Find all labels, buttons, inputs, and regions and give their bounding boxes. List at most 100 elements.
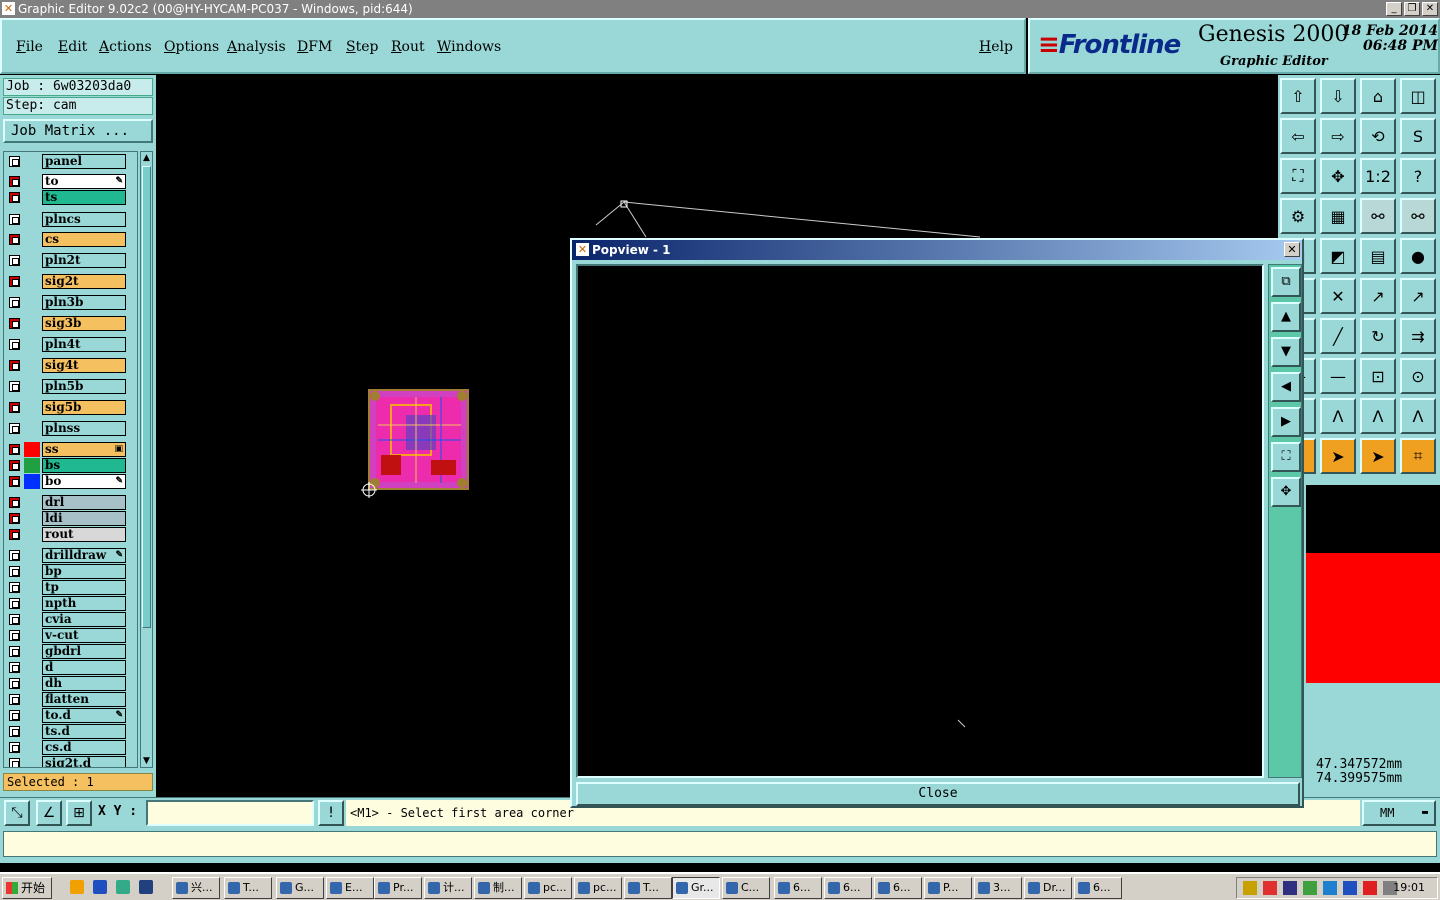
undo-icon[interactable]: ⟲ — [1360, 118, 1396, 154]
line-icon[interactable]: ↗ — [1360, 278, 1396, 314]
layer-checkbox[interactable] — [9, 630, 20, 641]
layer-checkbox[interactable] — [9, 192, 20, 203]
layer-row-drl[interactable]: drl — [6, 495, 126, 510]
layer-checkbox[interactable] — [9, 318, 20, 329]
scroll-down-icon[interactable]: ▼ — [141, 755, 152, 767]
layer-row-pln2t[interactable]: pln2t — [6, 253, 126, 268]
layer-row-flatten[interactable]: flatten — [6, 692, 126, 707]
popview-pan-down-icon[interactable]: ▼ — [1271, 337, 1301, 367]
popview-close-icon[interactable]: ✕ — [1284, 242, 1300, 257]
minus-icon[interactable]: — — [1320, 358, 1356, 394]
layer-row-cs[interactable]: cs — [6, 232, 126, 247]
layer-row-bo[interactable]: bo ✎ — [6, 474, 126, 489]
layer-checkbox[interactable] — [9, 234, 20, 245]
quicklaunch-clock-icon[interactable] — [70, 880, 84, 894]
layer-row-sig2t[interactable]: sig2t — [6, 274, 126, 289]
start-button[interactable]: 开始 — [2, 877, 52, 899]
measure-icon[interactable]: ⤡ — [4, 800, 30, 826]
layer-name[interactable]: sig2t — [42, 274, 126, 289]
layer-row-drilldraw[interactable]: drilldraw ✎ — [6, 548, 126, 563]
tray-tool-icon[interactable] — [1263, 881, 1277, 895]
layer-checkbox[interactable] — [9, 710, 20, 721]
layer-name[interactable]: pln3b — [42, 295, 126, 310]
ruler-icon[interactable]: ▤ — [1360, 238, 1396, 274]
layer-checkbox[interactable] — [9, 297, 20, 308]
layer-name[interactable]: sig2t.d — [42, 756, 126, 767]
popview-fit-icon[interactable]: ⛶ — [1271, 442, 1301, 472]
cross-icon[interactable]: ✕ — [1320, 278, 1356, 314]
layer-checkbox[interactable] — [9, 758, 20, 767]
layer-name[interactable]: v-cut — [42, 628, 126, 643]
taskbar-task[interactable]: 3... — [974, 877, 1022, 899]
taskbar-task[interactable]: P... — [924, 877, 972, 899]
menu-options[interactable]: Options — [164, 39, 219, 55]
layer-name[interactable]: sig3b — [42, 316, 126, 331]
taskbar-task[interactable]: T... — [224, 877, 272, 899]
popview-close-button[interactable]: Close — [576, 782, 1300, 806]
layer-checkbox[interactable] — [9, 476, 20, 487]
layer-name[interactable]: dh — [42, 676, 126, 691]
measure-icon[interactable]: ◩ — [1320, 238, 1356, 274]
menu-windows[interactable]: Windows — [437, 39, 501, 55]
taskbar-task[interactable]: G... — [276, 877, 324, 899]
layer-name[interactable]: flatten — [42, 692, 126, 707]
taskbar-task[interactable]: pc... — [524, 877, 572, 899]
layer-checkbox[interactable] — [9, 497, 20, 508]
taskbar-task[interactable]: T... — [624, 877, 672, 899]
layer-checkbox[interactable] — [9, 460, 20, 471]
layer-name[interactable]: plncs — [42, 212, 126, 227]
layer-checkbox[interactable] — [9, 694, 20, 705]
layer-name[interactable]: panel — [42, 154, 126, 169]
layer-name[interactable]: cs.d — [42, 740, 126, 755]
layer-name[interactable]: bp — [42, 564, 126, 579]
layer-checkbox[interactable] — [9, 381, 20, 392]
taskbar-task[interactable]: 6... — [774, 877, 822, 899]
layer-color-swatch[interactable] — [24, 474, 40, 489]
pad-icon[interactable]: ● — [1400, 238, 1436, 274]
layer-name[interactable]: to.d ✎ — [42, 708, 126, 723]
layer-name[interactable]: pln5b — [42, 379, 126, 394]
layer-checkbox[interactable] — [9, 742, 20, 753]
text3-icon[interactable]: Λ — [1360, 398, 1396, 434]
snap-s-icon[interactable]: S — [1400, 118, 1436, 154]
snap-icon[interactable]: ∠ — [36, 800, 62, 826]
layer-row-ts[interactable]: ts — [6, 190, 126, 205]
text2-icon[interactable]: Λ — [1320, 398, 1356, 434]
layer-row-pln5b[interactable]: pln5b — [6, 379, 126, 394]
layer-color-swatch[interactable] — [24, 442, 40, 457]
layer-checkbox[interactable] — [9, 598, 20, 609]
home-icon[interactable]: ⌂ — [1360, 78, 1396, 114]
menu-rout[interactable]: Rout — [391, 39, 425, 55]
layer-name[interactable]: bs — [42, 458, 126, 473]
popview-pan-right-icon[interactable]: ▶ — [1271, 407, 1301, 437]
layer-row-pln3b[interactable]: pln3b — [6, 295, 126, 310]
layer-checkbox[interactable] — [9, 513, 20, 524]
tray-antivirus-icon[interactable] — [1363, 881, 1377, 895]
minimize-button[interactable]: _ — [1386, 2, 1402, 16]
layer-name[interactable]: ss ▣ — [42, 442, 126, 457]
tray-volume-icon[interactable] — [1323, 881, 1337, 895]
popview-pan-up-icon[interactable]: ▲ — [1271, 302, 1301, 332]
grid-icon[interactable]: ▦ — [1320, 198, 1356, 234]
route-icon[interactable]: ⇉ — [1400, 318, 1436, 354]
layer-checkbox[interactable] — [9, 582, 20, 593]
layer-name[interactable]: rout — [42, 527, 126, 542]
layer-name[interactable]: sig5b — [42, 400, 126, 415]
dimension-icon[interactable]: ⊡ — [1360, 358, 1396, 394]
units-select[interactable]: MM ▬ — [1362, 800, 1436, 826]
layer-name[interactable]: cvia — [42, 612, 126, 627]
menu-file[interactable]: File — [16, 39, 43, 55]
scroll-thumb[interactable] — [142, 166, 151, 628]
layer-scrollbar[interactable]: ▲ ▼ — [140, 151, 153, 768]
line2-icon[interactable]: ↗ — [1400, 278, 1436, 314]
taskbar-task[interactable]: Pr... — [374, 877, 422, 899]
layer-checkbox[interactable] — [9, 662, 20, 673]
taskbar-task[interactable]: 6... — [824, 877, 872, 899]
taskbar-task[interactable]: Gr... — [672, 877, 720, 899]
menu-analysis[interactable]: Analysis — [227, 39, 286, 55]
menu-edit[interactable]: Edit — [58, 39, 87, 55]
taskbar-task[interactable]: 6... — [1074, 877, 1122, 899]
tray-pen-icon[interactable] — [1243, 881, 1257, 895]
popview-zoom-icon[interactable]: ⧉ — [1271, 267, 1301, 297]
window-icon[interactable]: ◫ — [1400, 78, 1436, 114]
